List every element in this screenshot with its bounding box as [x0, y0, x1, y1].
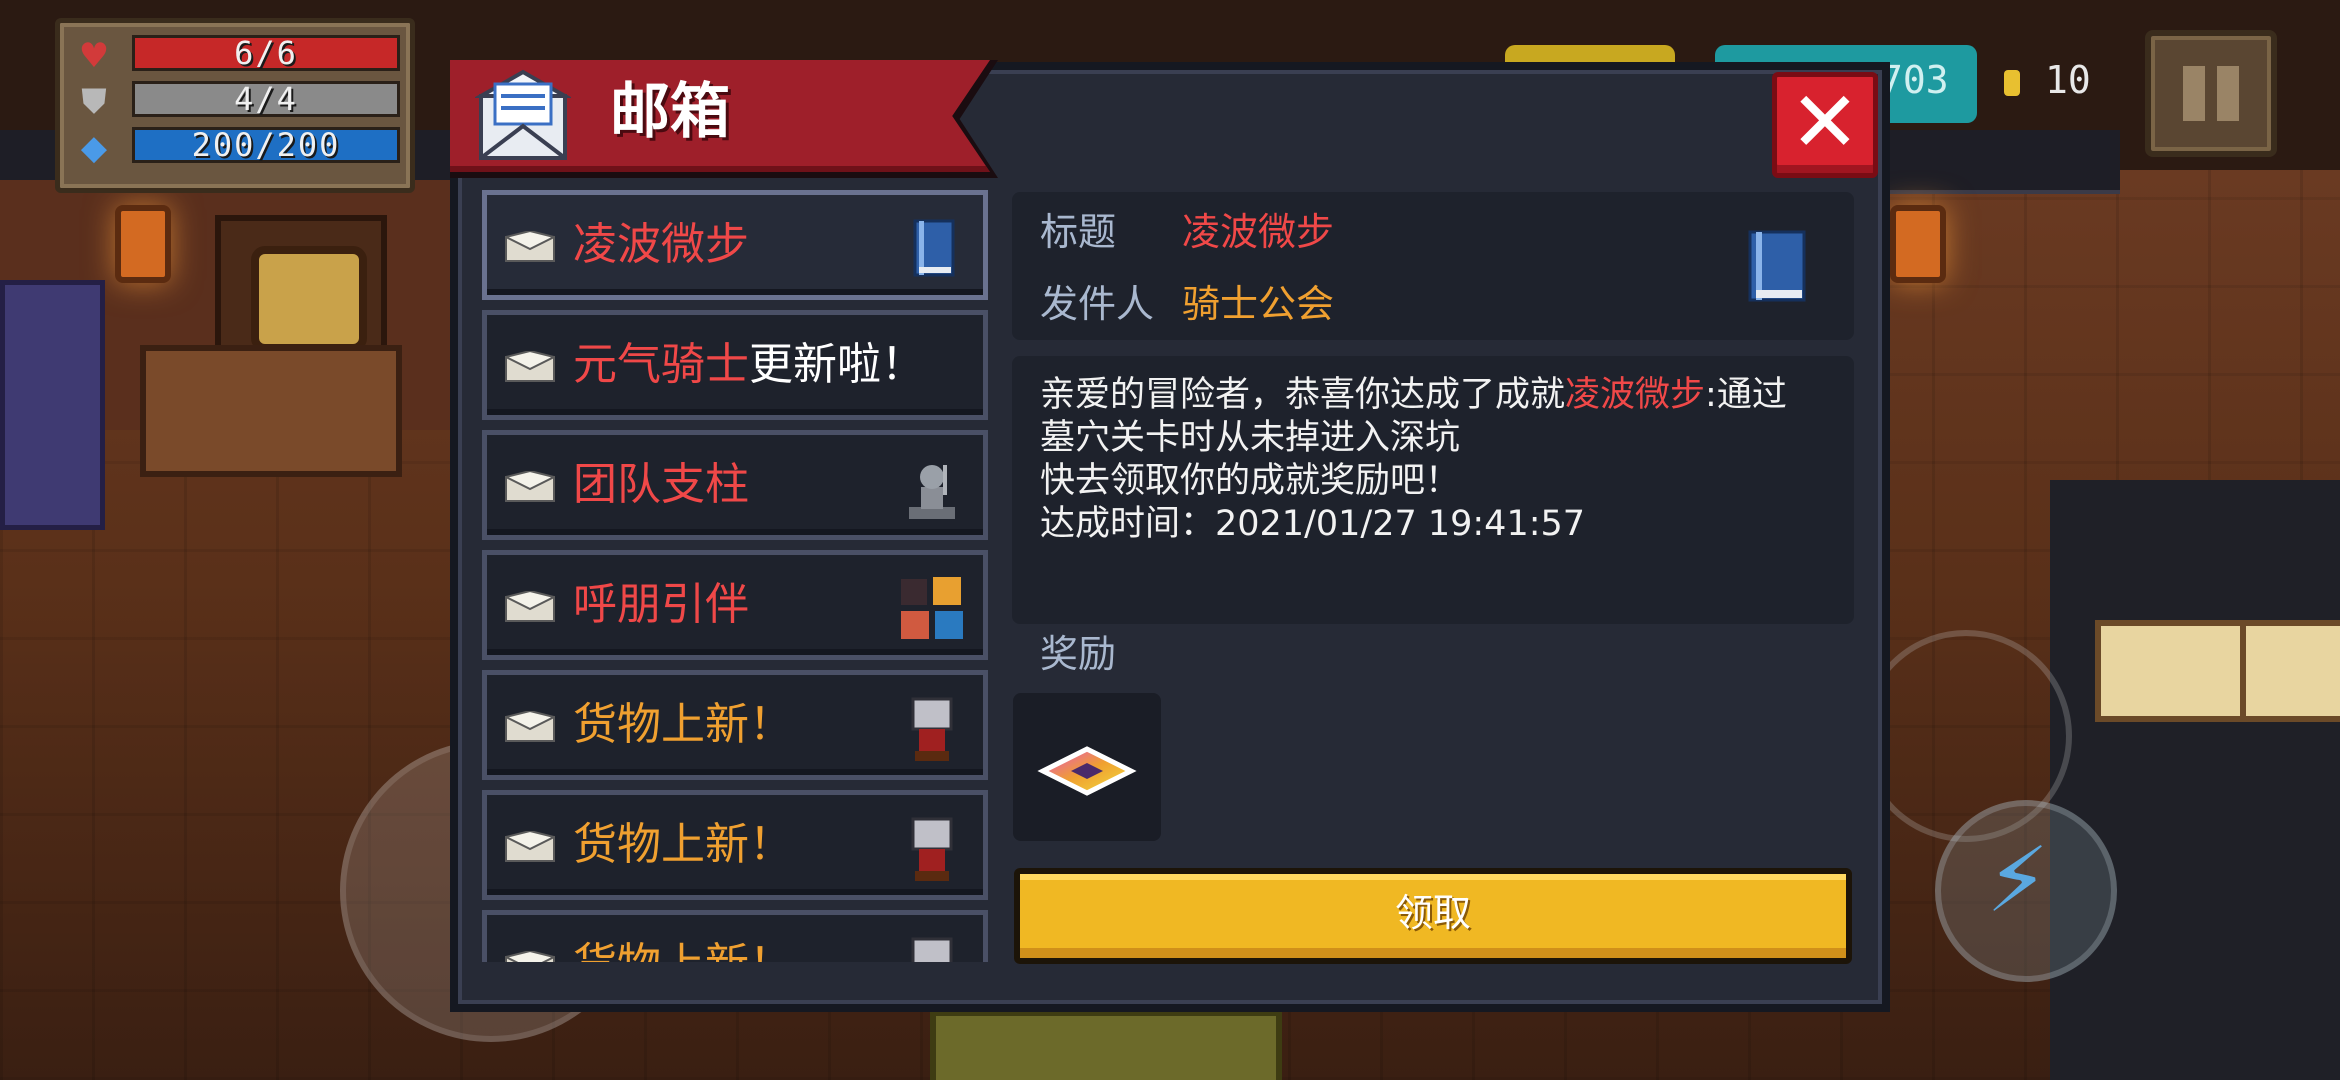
mail-body-text: 亲爱的冒险者，恭喜你达成了成就凌波微步:通过 墓穴关卡时从未掉进入深坑 快去领取…: [1040, 374, 1840, 546]
title-label: 标题: [1040, 210, 1117, 254]
mail-list-item[interactable]: 货物上新！: [482, 790, 988, 900]
pause-icon: [2217, 66, 2239, 121]
pause-button[interactable]: [2145, 30, 2277, 157]
lantern-icon: [115, 205, 171, 283]
mail-subject: 呼朋引伴: [573, 577, 749, 633]
mail-list-item[interactable]: 团队支柱: [482, 430, 988, 540]
hp-bar: 6/6: [132, 35, 400, 71]
lantern-icon: [1890, 205, 1946, 283]
lightning-icon: ⚡: [1986, 828, 2050, 933]
book-icon: [897, 211, 967, 285]
mail-subject: 货物上新！: [573, 937, 793, 962]
close-icon: ✕: [1789, 73, 1861, 171]
merchant-icon: [897, 811, 967, 885]
mail-subject-segment: 货物上新！: [573, 819, 793, 870]
gem-count: 703: [1880, 58, 1949, 102]
energy-row: ◆ 200/200: [74, 127, 404, 167]
mail-list-item[interactable]: 凌波微步: [482, 190, 988, 300]
mail-subject: 货物上新！: [573, 817, 793, 873]
envelope-icon: [505, 831, 555, 862]
diamond-icon: ◆: [80, 128, 108, 168]
coin-count: 10: [2045, 58, 2091, 102]
mail-list[interactable]: 凌波微步元气骑士更新啦！ 团队支柱呼朋引伴货物上新！ 货物上新！ 货物上新！: [482, 190, 988, 962]
mail-list-item[interactable]: 货物上新！: [482, 910, 988, 962]
achievement-name: 凌波微步: [1565, 375, 1706, 415]
picture-frame: [2095, 620, 2257, 722]
mail-subject-segment: 凌波微步: [573, 219, 749, 270]
envelope-icon: [505, 471, 555, 502]
body-text-segment: 亲爱的冒险者，恭喜你达成了成就: [1040, 375, 1566, 415]
dialog-title: 邮箱: [610, 77, 730, 147]
envelope-icon: [505, 351, 555, 382]
energy-bar: 200/200: [132, 127, 400, 163]
close-button[interactable]: ✕: [1772, 72, 1878, 178]
body-line: 快去领取你的成就奖励吧！: [1040, 461, 1461, 501]
rug: [930, 1010, 1282, 1080]
mail-subject-segment: 呼朋引伴: [573, 579, 749, 630]
armor-text: 4/4: [234, 80, 298, 118]
book-icon: [1748, 230, 1806, 302]
mail-icon: [475, 69, 571, 160]
reward-slot[interactable]: [1013, 693, 1161, 841]
knight-statue-icon: [897, 451, 967, 525]
mail-subject-segment: 元气骑士: [573, 339, 749, 390]
player-stats-panel: ♥ 6/6 ⛊ 4/4 ◆ 200/200: [55, 18, 415, 193]
mail-subject: 货物上新！: [573, 697, 793, 753]
coin-icon: [2004, 70, 2020, 96]
right-room: [2050, 480, 2340, 1080]
armor-bar: 4/4: [132, 81, 400, 117]
mail-subject-segment: 货物上新！: [573, 939, 793, 962]
table: [140, 345, 402, 477]
energy-text: 200/200: [191, 126, 341, 164]
skill-button[interactable]: ⚡: [1935, 800, 2117, 982]
envelope-icon: [505, 711, 555, 742]
mail-subject: 元气骑士更新啦！: [573, 337, 925, 393]
mail-subject-segment: 货物上新！: [573, 699, 793, 750]
reward-label: 奖励: [1040, 632, 1117, 676]
merchant-icon: [897, 931, 967, 962]
pause-icon: [2183, 66, 2205, 121]
mail-body-panel: 亲爱的冒险者，恭喜你达成了成就凌波微步:通过 墓穴关卡时从未掉进入深坑 快去领取…: [1012, 356, 1854, 624]
armor-row: ⛊ 4/4: [74, 81, 404, 121]
mail-list-item[interactable]: 呼朋引伴: [482, 550, 988, 660]
gem-ticket-icon: [1037, 746, 1137, 796]
claim-button[interactable]: 领取: [1014, 868, 1852, 964]
envelope-icon: [505, 951, 555, 962]
envelope-icon: [505, 591, 555, 622]
title-value: 凌波微步: [1182, 210, 1335, 254]
merchant-icon: [897, 691, 967, 765]
vending-machine: [0, 280, 105, 530]
mail-list-item[interactable]: 货物上新！: [482, 670, 988, 780]
body-line: 亲爱的冒险者，恭喜你达成了成就凌波微步:通过: [1040, 374, 1840, 417]
sender-label: 发件人: [1040, 282, 1155, 326]
mail-subject-segment: 更新啦！: [749, 339, 925, 390]
mail-list-item[interactable]: 元气骑士更新啦！: [482, 310, 988, 420]
hp-row: ♥ 6/6: [74, 35, 404, 75]
mail-subject: 团队支柱: [573, 457, 749, 513]
envelope-icon: [505, 231, 555, 262]
shield-icon: ⛊: [81, 82, 107, 122]
body-line: 墓穴关卡时从未掉进入深坑: [1040, 418, 1461, 458]
heart-icon: ♥: [78, 36, 110, 76]
achieved-time: 达成时间：2021/01/27 19:41:57: [1040, 504, 1586, 544]
party-icon: [897, 571, 967, 645]
mail-subject: 凌波微步: [573, 217, 749, 273]
mail-subject-segment: 团队支柱: [573, 459, 749, 510]
claim-label: 领取: [1394, 891, 1471, 935]
hp-text: 6/6: [234, 34, 298, 72]
body-text-segment: :通过: [1705, 375, 1787, 415]
sender-value: 骑士公会: [1182, 282, 1335, 326]
picture-frame: [2240, 620, 2340, 722]
